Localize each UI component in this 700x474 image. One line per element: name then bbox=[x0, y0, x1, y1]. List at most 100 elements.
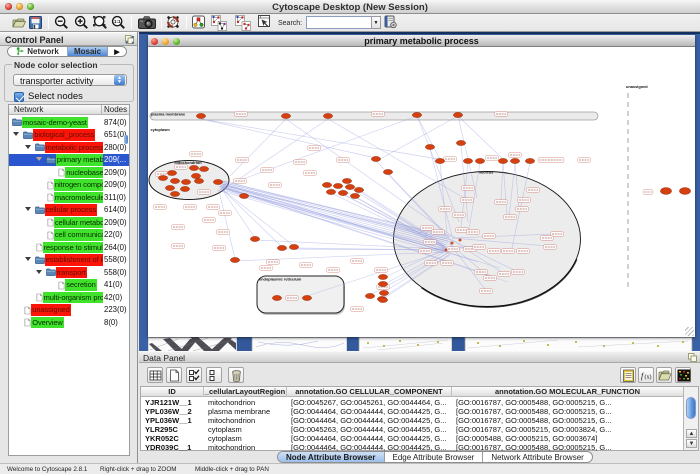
network-node[interactable] bbox=[272, 295, 281, 300]
node-color-dropdown[interactable]: transporter activity ▲ ▼ bbox=[13, 74, 127, 86]
select-nodes-checkbox[interactable] bbox=[14, 92, 24, 102]
network-node[interactable] bbox=[354, 187, 363, 192]
table-scrollbar[interactable]: ▲ ▼ bbox=[683, 387, 698, 450]
window-resize-grip[interactable] bbox=[685, 327, 694, 336]
network-node[interactable] bbox=[158, 175, 167, 180]
network-node[interactable] bbox=[345, 184, 354, 189]
network-node[interactable] bbox=[281, 113, 290, 118]
data-panel-float-icon[interactable] bbox=[688, 353, 697, 362]
tree-row-unassigned[interactable]: unassigned223(0) bbox=[9, 304, 129, 317]
network-node[interactable] bbox=[456, 140, 465, 145]
network-node[interactable] bbox=[463, 158, 472, 163]
help-lifesaver-icon[interactable] bbox=[166, 15, 180, 29]
network-node[interactable] bbox=[371, 156, 380, 161]
network-view-titlebar[interactable]: primary metabolic process bbox=[148, 35, 695, 47]
attribute-list-button[interactable] bbox=[620, 367, 636, 383]
network-node[interactable] bbox=[679, 188, 690, 195]
table-row[interactable]: YKR052Ccytoplasm[GO:0044464, GO:0044444,… bbox=[141, 434, 684, 443]
tree-row-macromolecule[interactable]: macromolecule311(0) bbox=[9, 191, 129, 204]
annotation-icon[interactable] bbox=[258, 15, 271, 28]
network-node[interactable] bbox=[302, 295, 311, 300]
network-node[interactable] bbox=[165, 185, 174, 190]
column-header-1[interactable]: _cellularLayoutRegion bbox=[204, 387, 287, 397]
unselect-attributes-button[interactable] bbox=[206, 367, 222, 383]
compare-networks-icon[interactable] bbox=[235, 15, 251, 31]
attribute-select-button[interactable] bbox=[147, 367, 163, 383]
tree-row-cellular-process[interactable]: cellular process614(0) bbox=[9, 204, 129, 217]
tree-expand-arrow[interactable] bbox=[13, 132, 19, 136]
network-node[interactable] bbox=[378, 297, 387, 302]
column-header-2[interactable]: annotation.GO CELLULAR_COMPONENT bbox=[287, 387, 452, 397]
network-node[interactable] bbox=[412, 112, 421, 117]
tree-row-establishment-of-lo[interactable]: establishment of lo558(0) bbox=[9, 254, 129, 267]
network-node[interactable] bbox=[660, 188, 671, 195]
matrix-view-button[interactable] bbox=[675, 367, 691, 383]
network-node[interactable] bbox=[239, 193, 248, 198]
network-node[interactable] bbox=[189, 165, 198, 170]
network-node[interactable] bbox=[326, 189, 335, 194]
network-node[interactable] bbox=[435, 158, 444, 163]
network-node[interactable] bbox=[250, 236, 259, 241]
tree-row-biological-process[interactable]: biological_process651(0) bbox=[9, 129, 129, 142]
column-header-0[interactable]: ID bbox=[141, 387, 204, 397]
edge[interactable] bbox=[201, 119, 444, 160]
tree-row-secretion[interactable]: secretion41(0) bbox=[9, 279, 129, 292]
network-node[interactable] bbox=[230, 257, 239, 262]
network-node[interactable] bbox=[383, 169, 392, 174]
network-canvas[interactable]: plasma membranecytoplasmmitochondrionnuc… bbox=[148, 47, 695, 337]
tree-row-primary-metabo[interactable]: primary metabo209(... bbox=[9, 154, 129, 167]
network-node[interactable] bbox=[525, 158, 534, 163]
table-row[interactable]: YJR121W__1mitochondrion[GO:0045267, GO:0… bbox=[141, 398, 684, 407]
tree-expand-arrow[interactable] bbox=[25, 257, 31, 261]
table-scrollbar-thumb[interactable] bbox=[686, 397, 696, 419]
network-node[interactable] bbox=[365, 293, 374, 298]
edge[interactable] bbox=[201, 119, 376, 158]
index-icon[interactable] bbox=[384, 15, 397, 29]
network-node[interactable] bbox=[333, 183, 342, 188]
network-node[interactable] bbox=[475, 158, 484, 163]
formula-button[interactable]: f (x) bbox=[638, 367, 654, 383]
edge[interactable] bbox=[286, 119, 452, 236]
network-node[interactable] bbox=[378, 281, 387, 286]
table-row[interactable]: YPL036W__2plasma membrane[GO:0044464, GO… bbox=[141, 407, 684, 416]
network-node[interactable] bbox=[167, 170, 176, 175]
scroll-up-button[interactable]: ▲ bbox=[686, 429, 697, 438]
delete-attribute-button[interactable] bbox=[228, 367, 244, 383]
save-icon[interactable] bbox=[29, 15, 42, 30]
tab-network[interactable]: Network bbox=[8, 47, 67, 56]
network-node[interactable] bbox=[378, 274, 387, 279]
network-node[interactable] bbox=[180, 186, 189, 191]
tab-node-attribute-browser[interactable]: Node Attribute Browser bbox=[278, 452, 385, 462]
tree-row-mosaic-demo-yeast[interactable]: mosaic-demo-yeast874(0) bbox=[9, 116, 129, 129]
zoom-out-icon[interactable] bbox=[54, 15, 69, 30]
tab-edge-attribute-browser[interactable]: Edge Attribute Browser bbox=[385, 452, 484, 462]
network-node[interactable] bbox=[277, 245, 286, 250]
scroll-down-button[interactable]: ▼ bbox=[686, 439, 697, 448]
network-node[interactable] bbox=[170, 191, 179, 196]
open-file-icon[interactable] bbox=[11, 15, 27, 31]
table-row[interactable]: YPL036W__1mitochondrion[GO:0044464, GO:0… bbox=[141, 416, 684, 425]
vizmapper-icon[interactable] bbox=[192, 15, 205, 29]
search-input[interactable] bbox=[306, 16, 371, 29]
tree-row-response-to-stimul[interactable]: response to stimul264(0) bbox=[9, 241, 129, 254]
tree-scrollbar[interactable] bbox=[124, 116, 129, 456]
new-attribute-button[interactable] bbox=[166, 367, 182, 383]
network-node[interactable] bbox=[425, 144, 434, 149]
edge[interactable] bbox=[380, 116, 458, 159]
merge-networks-icon[interactable] bbox=[211, 15, 227, 31]
edge[interactable] bbox=[458, 116, 503, 159]
network-node[interactable] bbox=[453, 112, 462, 117]
tab-network-attribute-browser[interactable]: Network Attribute Browser bbox=[483, 452, 591, 462]
network-node[interactable] bbox=[338, 190, 347, 195]
tree-expand-arrow[interactable] bbox=[25, 145, 31, 149]
network-node[interactable] bbox=[322, 182, 331, 187]
zoom-actual-icon[interactable]: 1:1 bbox=[111, 15, 126, 30]
tree-expand-arrow[interactable] bbox=[36, 270, 42, 274]
tab-overflow-button[interactable]: ▶ bbox=[108, 47, 126, 56]
tree-expand-arrow[interactable] bbox=[36, 157, 42, 161]
tree-row-transport[interactable]: transport558(0) bbox=[9, 266, 129, 279]
tree-row-cell-communicat[interactable]: cell communicat22(0) bbox=[9, 229, 129, 242]
network-node[interactable] bbox=[350, 193, 359, 198]
float-panel-icon[interactable] bbox=[125, 35, 134, 44]
zoom-in-icon[interactable] bbox=[74, 15, 89, 30]
